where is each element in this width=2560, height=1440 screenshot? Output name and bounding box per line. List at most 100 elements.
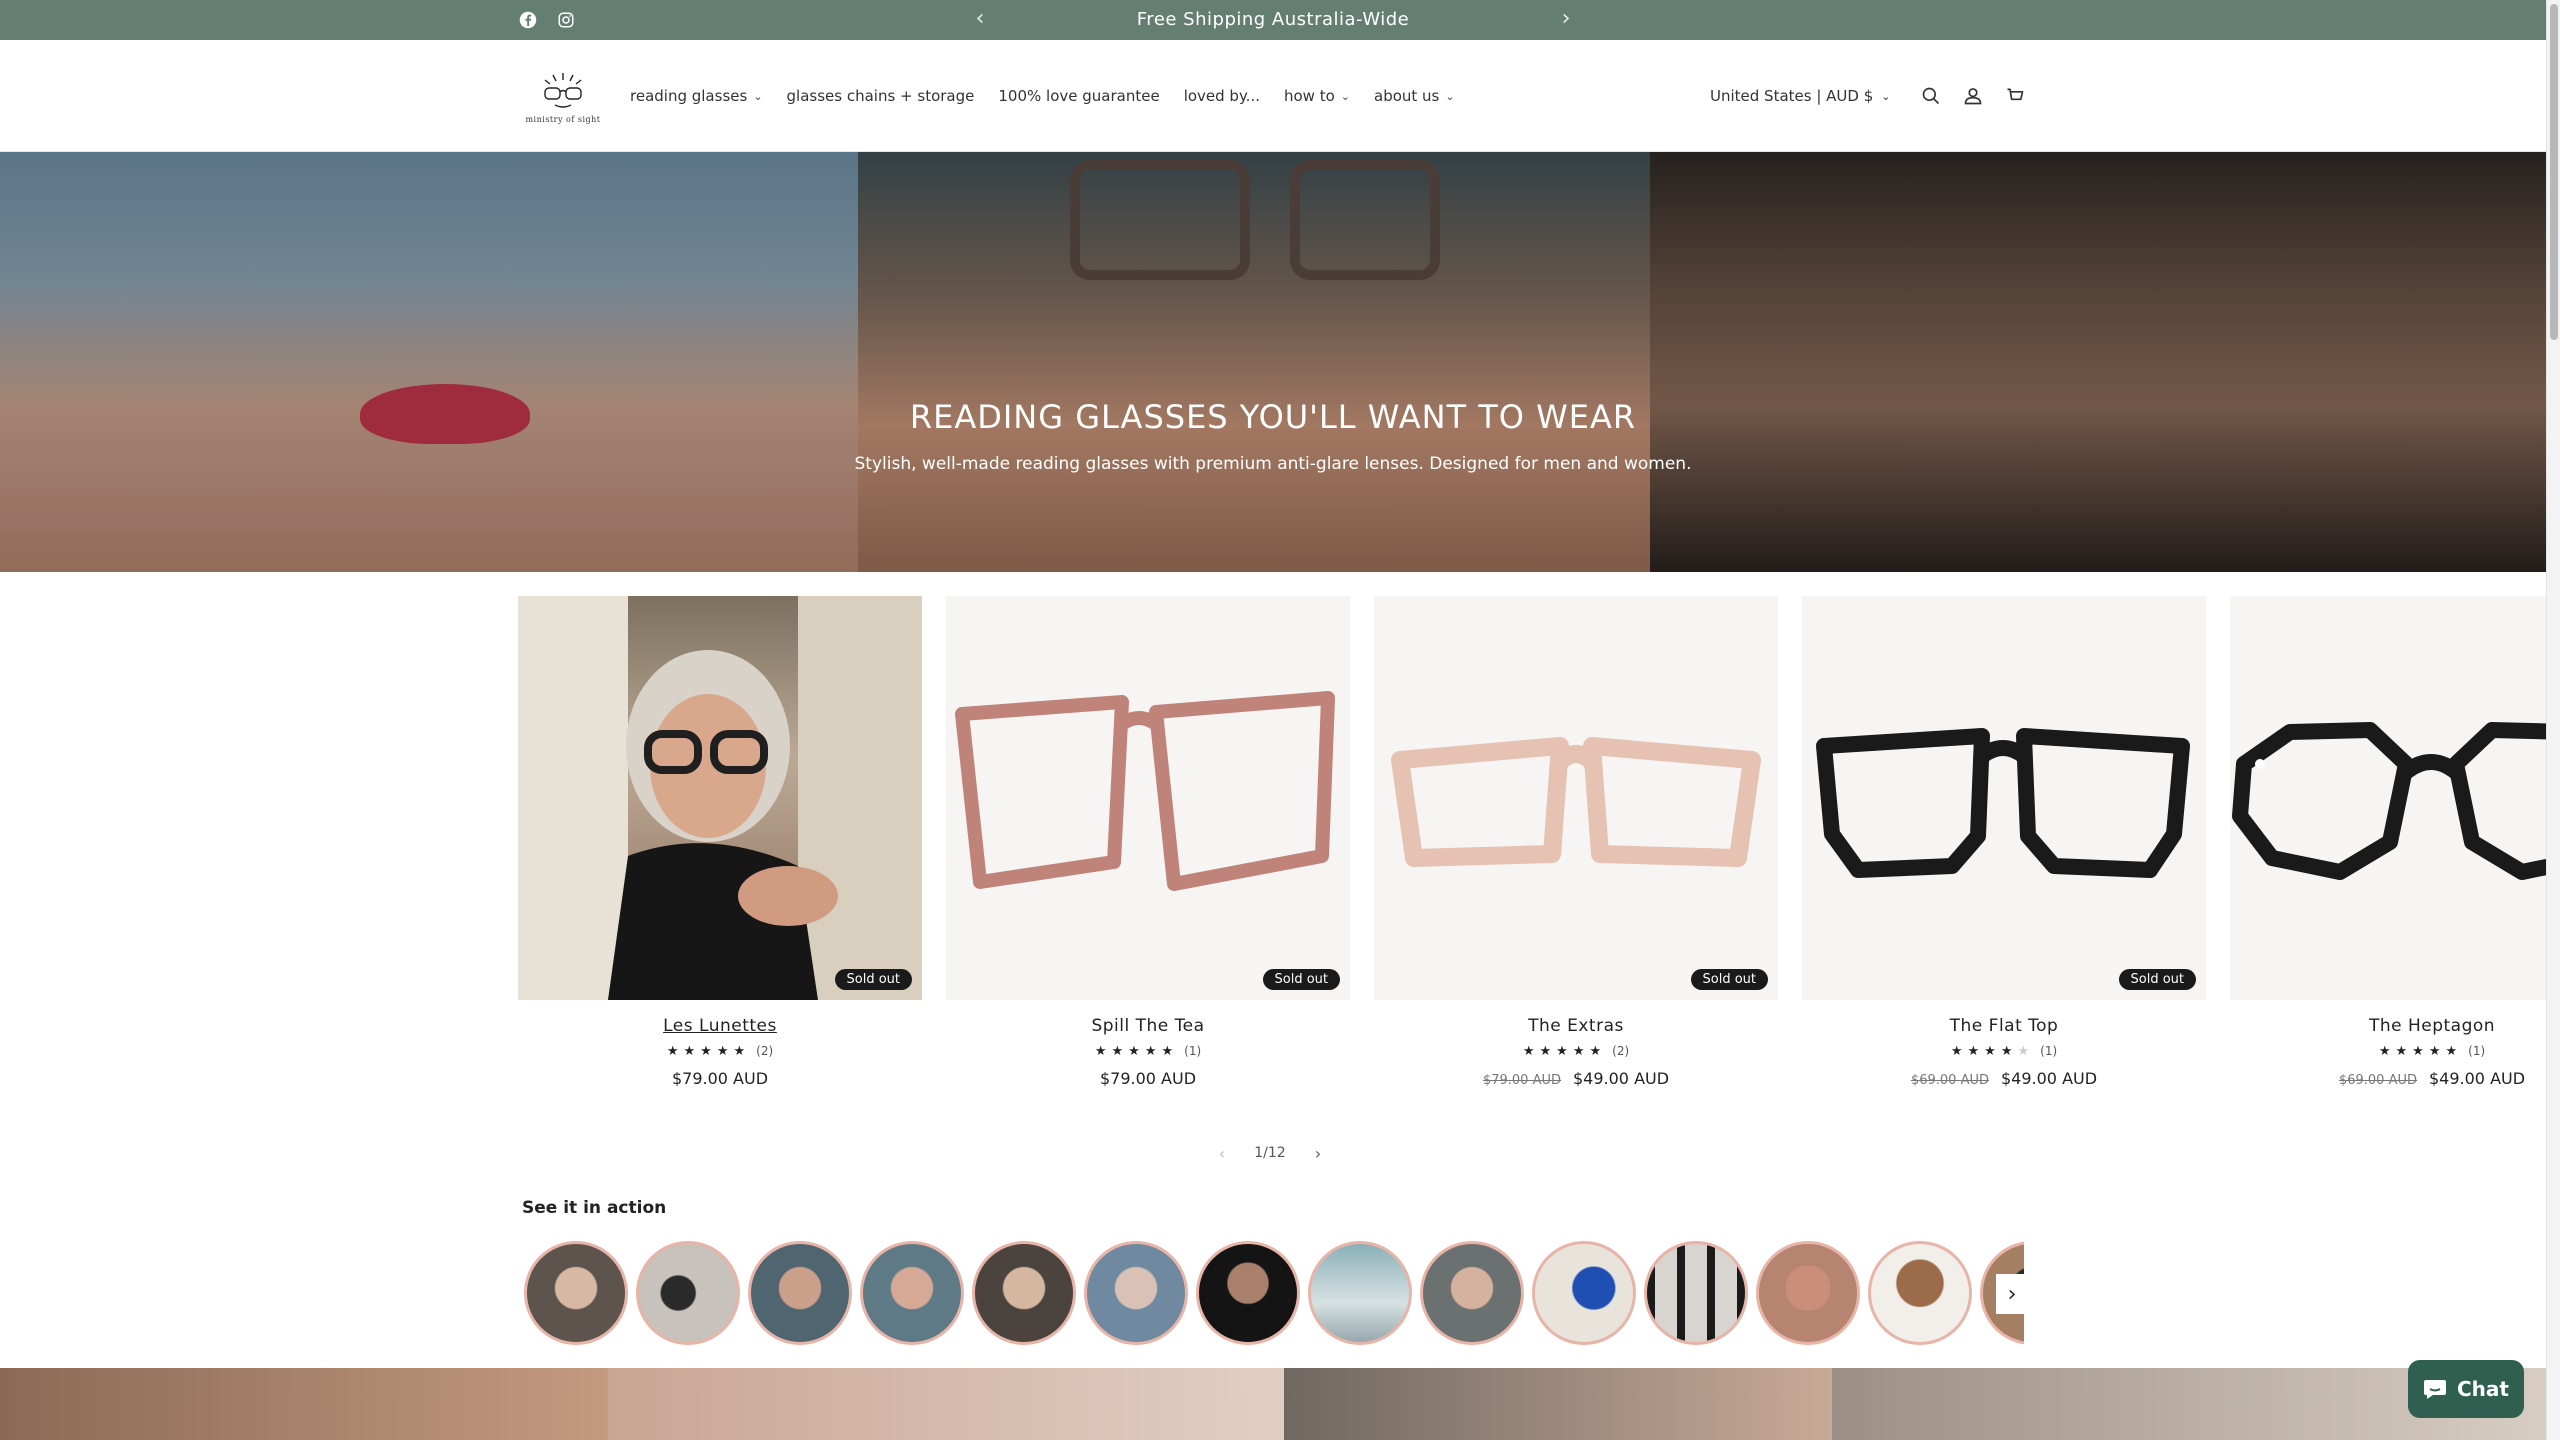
product-image[interactable]: Sold out: [1374, 596, 1778, 1000]
ugc-thumbnail[interactable]: [1420, 1241, 1524, 1345]
product-rating: ★★★★★ (2): [518, 1044, 922, 1059]
chevron-down-icon: ⌄: [1881, 89, 1891, 103]
product-title[interactable]: The Extras: [1374, 1016, 1778, 1036]
review-count: (1): [2040, 1044, 2058, 1058]
star-rating-icon: ★★★★★: [1950, 1044, 2035, 1059]
nav-label: about us: [1374, 87, 1440, 105]
product-card[interactable]: Sold out The Extras ★★★★★ (2) $79.00 AUD $…: [1374, 596, 1778, 1088]
see-it-in-action-title: See it in action: [522, 1198, 667, 1218]
ugc-thumbnail[interactable]: [1196, 1241, 1300, 1345]
nav-label: 100% love guarantee: [998, 87, 1160, 105]
product-card[interactable]: Sold out Spill The Tea ★★★★★ (1) $79.00 A…: [946, 596, 1350, 1088]
product-title[interactable]: Spill The Tea: [946, 1016, 1350, 1036]
nav-label: reading glasses: [630, 87, 748, 105]
glasses-frame-illustration: [1391, 737, 1761, 867]
ugc-thumbnail[interactable]: [972, 1241, 1076, 1345]
star-rating-icon: ★★★★★: [666, 1044, 751, 1059]
band-image: [1284, 1368, 1832, 1440]
site-header: ministry of sight reading glasses ⌄ glass…: [0, 40, 2546, 152]
sold-out-badge: Sold out: [834, 969, 912, 990]
account-icon[interactable]: [1960, 83, 1986, 109]
chevron-down-icon: ⌄: [753, 89, 763, 103]
product-rating: ★★★★★ (1): [1802, 1044, 2206, 1059]
product-title[interactable]: The Heptagon: [2230, 1016, 2560, 1036]
review-count: (2): [1612, 1044, 1630, 1058]
logo-text: ministry of sight: [525, 114, 601, 124]
product-old-price: $79.00 AUD: [1482, 1073, 1561, 1088]
product-photo: [518, 596, 922, 1000]
page-scrollbar[interactable]: [2546, 0, 2560, 1440]
product-price: $79.00 AUD: [671, 1069, 769, 1088]
cart-icon[interactable]: [2002, 83, 2028, 109]
ugc-thumbnail[interactable]: [1308, 1241, 1412, 1345]
review-count: (1): [2468, 1044, 2486, 1058]
hero-title: READING GLASSES YOU'LL WANT TO WEAR: [909, 398, 1637, 436]
product-price: $49.00 AUD: [2001, 1069, 2098, 1088]
product-price-row: $69.00 AUD $49.00 AUD: [2230, 1069, 2560, 1088]
ugc-thumbnail[interactable]: [860, 1241, 964, 1345]
nav-label: glasses chains + storage: [786, 87, 975, 105]
hero-overlay: [0, 152, 2546, 572]
ugc-thumbnail[interactable]: [1084, 1241, 1188, 1345]
product-image[interactable]: Sold out: [946, 596, 1350, 1000]
header-tools: United States | AUD $ ⌄: [1710, 40, 2036, 152]
ugc-thumbnail[interactable]: [1868, 1241, 1972, 1345]
nav-loved-by[interactable]: loved by...: [1184, 87, 1260, 105]
nav-love-guarantee[interactable]: 100% love guarantee: [998, 87, 1159, 105]
ugc-thumbnail[interactable]: [748, 1241, 852, 1345]
ugc-strip: [522, 1238, 2024, 1348]
chevron-down-icon: ⌄: [1340, 89, 1350, 103]
chat-label: Chat: [2457, 1377, 2509, 1401]
search-icon[interactable]: [1918, 83, 1944, 109]
product-price-row: $69.00 AUD $49.00 AUD: [1802, 1069, 2206, 1088]
chevron-right-icon[interactable]: ›: [1306, 1144, 1330, 1163]
ugc-thumbnail[interactable]: [1644, 1241, 1748, 1345]
product-image[interactable]: [2230, 596, 2560, 1000]
nav-how-to[interactable]: how to ⌄: [1284, 87, 1350, 105]
product-title[interactable]: The Flat Top: [1802, 1016, 2206, 1036]
logo[interactable]: ministry of sight: [522, 56, 604, 138]
product-price-row: $79.00 AUD $49.00 AUD: [1374, 1069, 1778, 1088]
review-count: (2): [756, 1044, 774, 1058]
ugc-next-button[interactable]: ›: [1996, 1274, 2028, 1314]
nav-glasses-chains[interactable]: glasses chains + storage: [787, 87, 975, 105]
main-nav: reading glasses ⌄ glasses chains + storag…: [630, 40, 1479, 152]
product-rating: ★★★★★ (1): [2230, 1044, 2560, 1059]
product-card[interactable]: Sold out The Flat Top ★★★★★ (1) $69.00 AU…: [1802, 596, 2206, 1088]
ugc-thumbnail[interactable]: [524, 1241, 628, 1345]
chevron-right-icon: ›: [2007, 1281, 2017, 1307]
star-rating-icon: ★★★★★: [1522, 1044, 1607, 1059]
scrollbar-thumb[interactable]: [2550, 4, 2558, 340]
star-rating-icon: ★★★★★: [1094, 1044, 1179, 1059]
ugc-thumbnail[interactable]: [1532, 1241, 1636, 1345]
product-price-row: $79.00 AUD: [946, 1069, 1350, 1088]
chat-button[interactable]: Chat: [2408, 1360, 2524, 1418]
country-selector[interactable]: United States | AUD $ ⌄: [1710, 87, 1890, 105]
chat-bubble-icon: [2424, 1380, 2446, 1399]
product-card[interactable]: The Heptagon ★★★★★ (1) $69.00 AUD $49.00 A…: [2230, 596, 2560, 1088]
hero-subtitle: Stylish, well-made reading glasses with …: [854, 454, 1692, 474]
product-title[interactable]: Les Lunettes: [518, 1016, 922, 1036]
ugc-thumbnail[interactable]: [636, 1241, 740, 1345]
announcement-next-button[interactable]: ›: [1554, 0, 1578, 40]
nav-reading-glasses[interactable]: reading glasses ⌄: [630, 87, 763, 105]
product-card[interactable]: Sold out Les Lunettes ★★★★★ (2) $79.00 AU…: [518, 596, 922, 1088]
product-price: $49.00 AUD: [2429, 1069, 2526, 1088]
sold-out-badge: Sold out: [2118, 969, 2196, 990]
hero-banner: READING GLASSES YOU'LL WANT TO WEAR Styl…: [0, 152, 2546, 572]
product-price: $79.00 AUD: [1099, 1069, 1197, 1088]
product-old-price: $69.00 AUD: [1910, 1073, 1989, 1088]
chevron-down-icon: ⌄: [1445, 89, 1455, 103]
product-image[interactable]: Sold out: [518, 596, 922, 1000]
product-rating: ★★★★★ (2): [1374, 1044, 1778, 1059]
chevron-left-icon[interactable]: ‹: [1210, 1144, 1234, 1163]
product-image[interactable]: Sold out: [1802, 596, 2206, 1000]
ugc-thumbnail[interactable]: [1756, 1241, 1860, 1345]
band-image: [608, 1368, 1284, 1440]
sold-out-badge: Sold out: [1262, 969, 1340, 990]
product-price-row: $79.00 AUD: [518, 1069, 922, 1088]
nav-about-us[interactable]: about us ⌄: [1374, 87, 1455, 105]
review-count: (1): [1184, 1044, 1202, 1058]
announcement-bar: ‹ Free Shipping Australia-Wide ›: [0, 0, 2546, 40]
glasses-frame-illustration: [955, 691, 1335, 891]
